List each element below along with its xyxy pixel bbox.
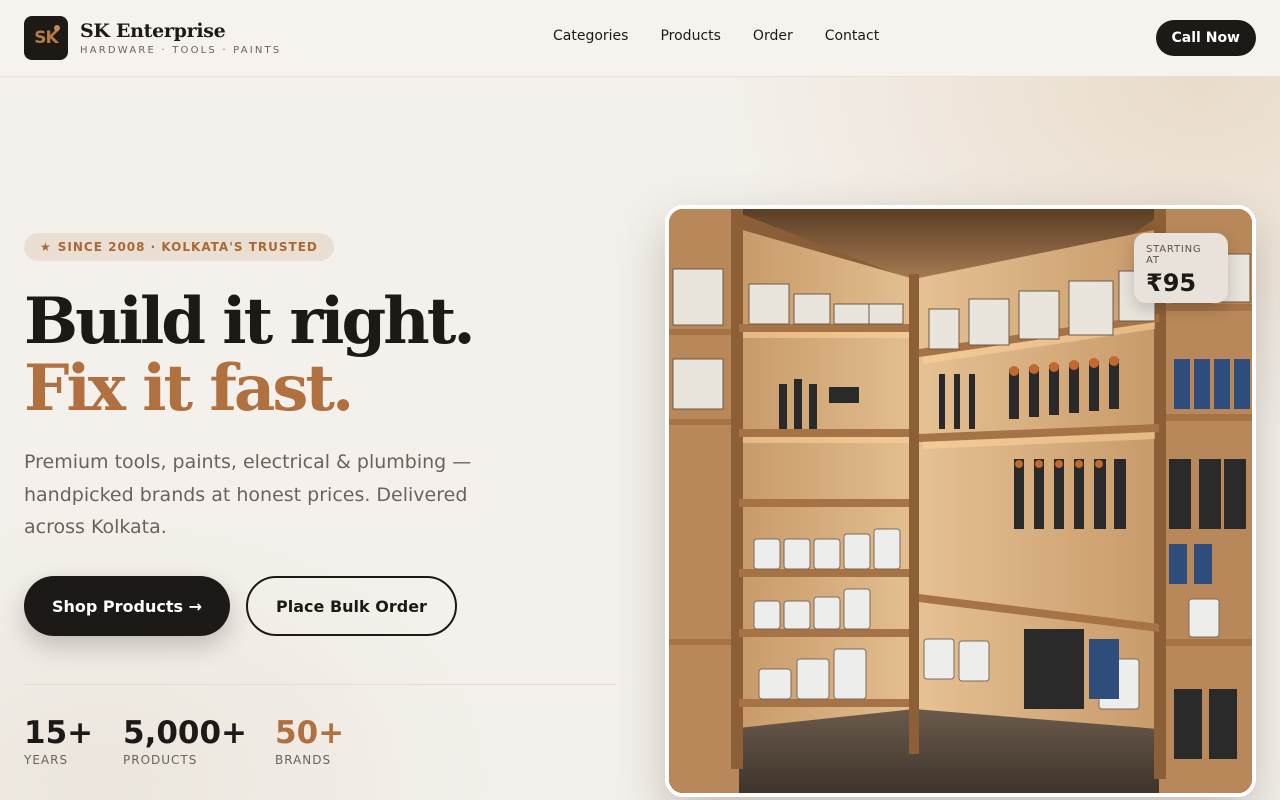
star-icon: ★ [40, 240, 52, 254]
stat-label: PRODUCTS [123, 753, 198, 767]
stat-brands: 50+ BRANDS [275, 714, 344, 767]
stat-label: YEARS [24, 753, 69, 767]
stat-value: 15+ [24, 715, 94, 751]
stat-label: BRANDS [275, 753, 332, 767]
stat-years: 15+ YEARS [24, 714, 93, 767]
stat-value: 50+ [275, 715, 345, 751]
main-nav: Categories Products Order Contact [553, 28, 879, 44]
price-card: STARTING AT ₹95 [1134, 233, 1228, 303]
logo[interactable]: SK [24, 16, 68, 60]
stat-value: 5,000+ [123, 715, 248, 751]
nav-order[interactable]: Order [753, 28, 793, 44]
nav-products[interactable]: Products [660, 28, 720, 44]
stats-divider [24, 684, 616, 685]
headline-line-1: Build it right. [24, 284, 476, 359]
headline-line-2: Fix it fast. [24, 351, 354, 426]
nav-categories[interactable]: Categories [553, 28, 628, 44]
logo-dot [54, 25, 60, 31]
brand-tagline: HARDWARE · TOOLS · PAINTS [80, 45, 282, 56]
hero-lead: Premium tools, paints, electrical & plum… [24, 451, 472, 538]
logo-text: SK [34, 28, 58, 48]
site-header: SK SK Enterprise HARDWARE · TOOLS · PAIN… [0, 0, 1280, 77]
badge-text: SINCE 2008 · KOLKATA'S TRUSTED [57, 240, 318, 254]
call-now-button[interactable]: Call Now [1155, 20, 1256, 56]
price-value: ₹95 [1146, 269, 1197, 297]
shop-products-button[interactable]: Shop Products → [24, 576, 230, 636]
brand-name[interactable]: SK Enterprise [80, 20, 226, 42]
bulk-order-button[interactable]: Place Bulk Order [246, 576, 457, 636]
nav-contact[interactable]: Contact [825, 28, 879, 44]
stat-products: 5,000+ PRODUCTS [123, 714, 247, 767]
price-caption: STARTING AT [1146, 244, 1202, 266]
since-badge: ★ SINCE 2008 · KOLKATA'S TRUSTED [24, 233, 334, 261]
